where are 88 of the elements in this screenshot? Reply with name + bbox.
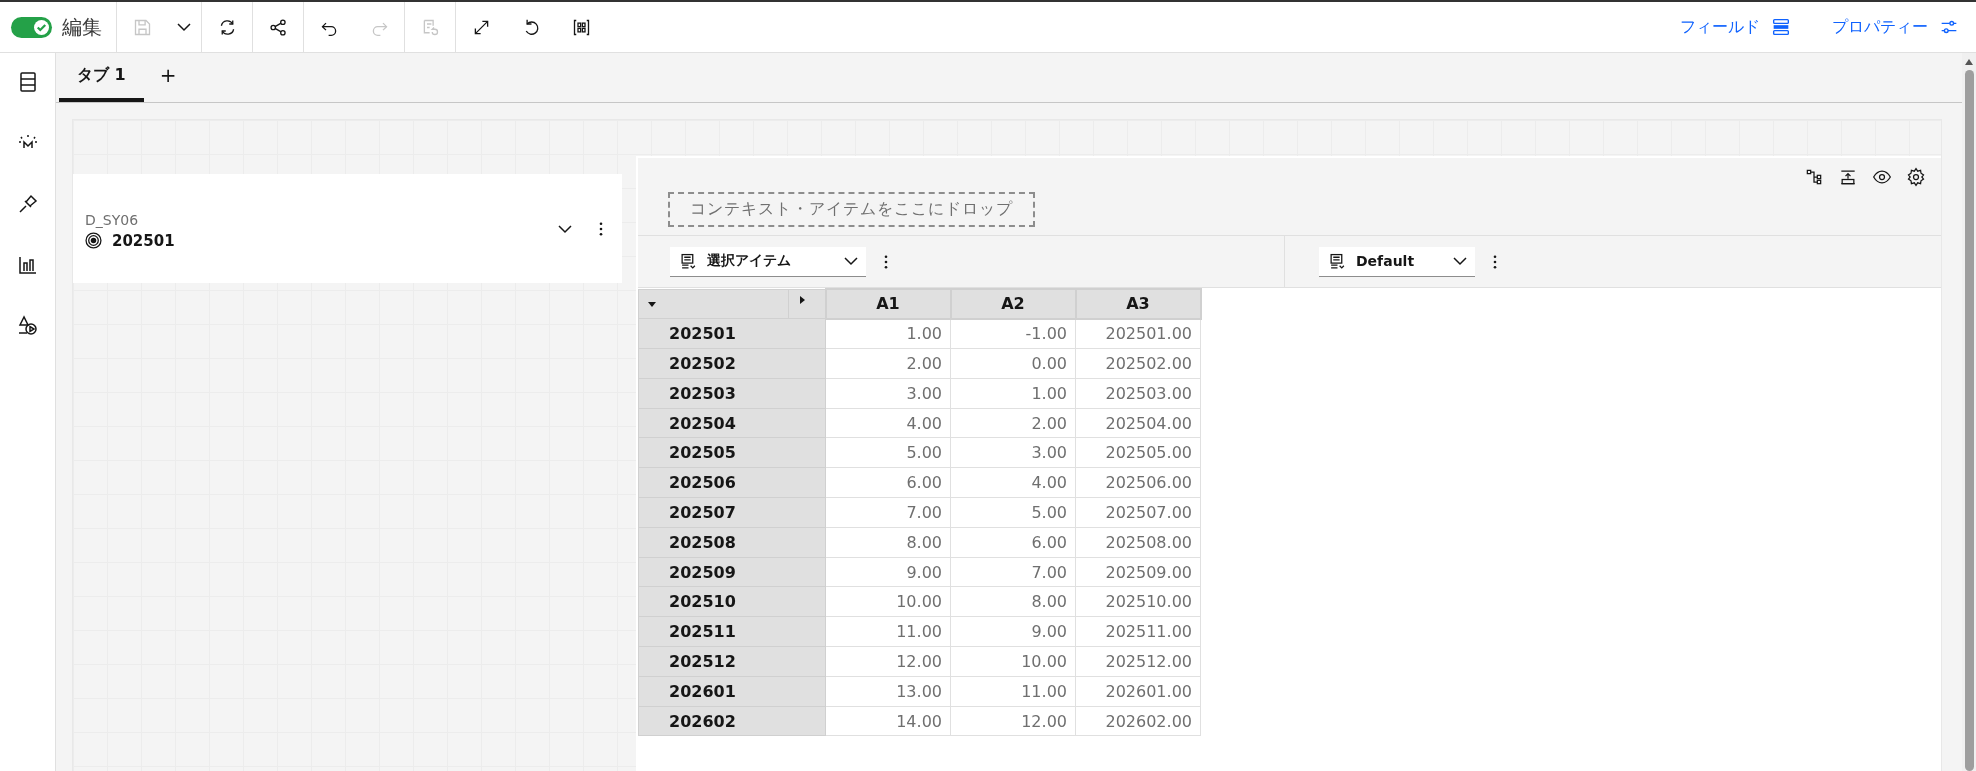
- table-cell: 0.00: [950, 348, 1076, 379]
- row-header: 202506: [638, 467, 826, 498]
- widget-tool-button[interactable]: [1905, 166, 1927, 188]
- table-cell: 3.00: [825, 378, 951, 409]
- table-cell: 12.00: [825, 646, 951, 677]
- add-tab-button[interactable]: +: [143, 53, 193, 102]
- table-cell: 202510.00: [1075, 586, 1201, 617]
- toolbar-link[interactable]: フィールド: [1656, 2, 1808, 52]
- target-icon: [85, 232, 102, 249]
- table-cell: 7.00: [825, 497, 951, 528]
- overflow-menu-icon: [884, 254, 888, 269]
- table-cell: 202507.00: [1075, 497, 1201, 528]
- row-header: 202503: [638, 378, 826, 409]
- table-cell: 202504.00: [1075, 408, 1201, 438]
- row-header: 202510: [638, 586, 826, 617]
- chevron-down-icon: [558, 224, 572, 233]
- table-cell: 9.00: [950, 616, 1076, 647]
- collapse-cell[interactable]: [638, 289, 789, 319]
- row-header: 202505: [638, 438, 826, 468]
- table-cell: 9.00: [825, 557, 951, 587]
- table-cell: 202501.00: [1075, 318, 1201, 349]
- table-cell: 202505.00: [1075, 438, 1201, 468]
- table-cell: 202601.00: [1075, 676, 1201, 707]
- drop-zone[interactable]: コンテキスト・アイテムをここにドロップ: [668, 192, 1035, 227]
- table-cell: 202506.00: [1075, 467, 1201, 498]
- table-cell: 8.00: [825, 527, 951, 558]
- scrollbar[interactable]: [1962, 53, 1976, 771]
- table-cell: 13.00: [825, 676, 951, 707]
- row-header: 202509: [638, 557, 826, 587]
- hierarchy-icon: [1804, 167, 1824, 187]
- table-cell: 202512.00: [1075, 646, 1201, 677]
- triangle-right-icon: [797, 294, 807, 305]
- selector-dropdown[interactable]: Default: [1319, 246, 1475, 277]
- table-cell: 202508.00: [1075, 527, 1201, 558]
- table-cell: 2.00: [825, 348, 951, 379]
- table-cell: 3.00: [950, 438, 1076, 468]
- table-cell: 11.00: [950, 676, 1076, 707]
- row-header: 202508: [638, 527, 826, 558]
- chevron-down-icon: [844, 257, 858, 265]
- expand-cell[interactable]: [788, 289, 826, 319]
- table-cell: 10.00: [825, 586, 951, 617]
- table-cell: 1.00: [825, 318, 951, 349]
- row-header: 202511: [638, 616, 826, 647]
- overflow-menu-icon: [1493, 254, 1497, 269]
- table-cell: 5.00: [825, 438, 951, 468]
- column-header: A3: [1075, 289, 1201, 319]
- tab[interactable]: タブ 1: [59, 53, 144, 102]
- list-icon: [680, 252, 697, 270]
- toggle-label: 編集: [62, 13, 102, 41]
- column-header: A1: [825, 289, 951, 319]
- filter-value: 202501: [112, 231, 175, 250]
- table-cell: 202502.00: [1075, 348, 1201, 379]
- fields-icon: [1770, 16, 1792, 38]
- table-cell: 11.00: [825, 616, 951, 647]
- row-header: 202602: [638, 706, 826, 736]
- row-header: 202502: [638, 348, 826, 379]
- toolbar-link[interactable]: プロパティー: [1808, 2, 1976, 52]
- row-header: 202512: [638, 646, 826, 677]
- table-cell: 10.00: [950, 646, 1076, 677]
- selector-dropdown[interactable]: 選択アイテム: [670, 246, 866, 277]
- filter-label: D_SY06: [85, 211, 140, 228]
- table-cell: 12.00: [950, 706, 1076, 736]
- table-cell: 202511.00: [1075, 616, 1201, 647]
- table-cell: 5.00: [950, 497, 1076, 528]
- table-cell: 7.00: [950, 557, 1076, 587]
- table-cell: 6.00: [950, 527, 1076, 558]
- scroll-up-icon[interactable]: [1964, 58, 1974, 66]
- table-cell: 202602.00: [1075, 706, 1201, 736]
- table-cell: 6.00: [825, 467, 951, 498]
- row-header: 202504: [638, 408, 826, 438]
- column-header: A2: [950, 289, 1076, 319]
- settings-icon: [1906, 167, 1926, 187]
- table-cell: -1.00: [950, 318, 1076, 349]
- table-cell: 14.00: [825, 706, 951, 736]
- table-cell: 1.00: [950, 378, 1076, 409]
- table-cell: 2.00: [950, 408, 1076, 438]
- table-cell: 8.00: [950, 586, 1076, 617]
- overflow-menu-icon: [599, 221, 603, 236]
- table-cell: 202509.00: [1075, 557, 1201, 587]
- edit-toggle[interactable]: [11, 16, 52, 38]
- table-cell: 202503.00: [1075, 378, 1201, 409]
- row-header: 202501: [638, 318, 826, 349]
- row-header: 202601: [638, 676, 826, 707]
- table-cell: 4.00: [950, 467, 1076, 498]
- table-cell: 4.00: [825, 408, 951, 438]
- row-header: 202507: [638, 497, 826, 528]
- list-icon: [1329, 252, 1346, 270]
- chevron-down-icon: [1453, 257, 1467, 265]
